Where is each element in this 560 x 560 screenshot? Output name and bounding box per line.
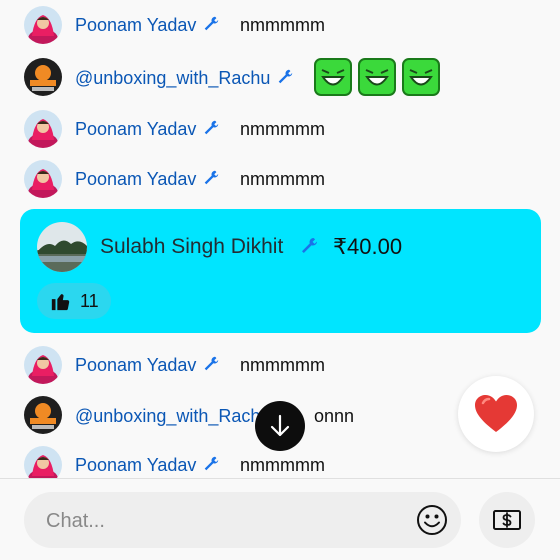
message-text: onnn — [314, 406, 355, 426]
laughing-green-emoji-icon — [314, 58, 352, 96]
like-button[interactable]: 11 — [37, 283, 111, 319]
author-name[interactable]: Poonam Yadav — [75, 355, 220, 376]
wrench-icon — [202, 355, 220, 373]
avatar[interactable] — [24, 110, 62, 148]
divider — [0, 478, 560, 479]
emoji-group — [314, 58, 440, 96]
laughing-green-emoji-icon — [358, 58, 396, 96]
wrench-icon — [202, 119, 220, 137]
heart-icon — [475, 395, 517, 432]
avatar[interactable] — [24, 396, 62, 434]
author-name[interactable]: Poonam Yadav — [75, 15, 220, 36]
dollar-bill-icon — [493, 510, 521, 530]
author-name[interactable]: Poonam Yadav — [75, 455, 220, 476]
wrench-icon — [202, 169, 220, 187]
chat-message: Poonam Yadav nmmmmm — [0, 6, 560, 44]
thumbs-up-icon — [51, 294, 70, 311]
wrench-icon — [202, 455, 220, 473]
avatar[interactable] — [24, 160, 62, 198]
author-name[interactable]: @unboxing_with_Rachu — [75, 68, 294, 89]
heart-reaction-button[interactable] — [458, 376, 534, 452]
smiley-icon[interactable] — [416, 504, 448, 536]
avatar[interactable] — [24, 58, 62, 96]
super-chat-amount: ₹40.00 — [333, 234, 403, 259]
scroll-to-latest-button[interactable] — [255, 401, 305, 451]
wrench-icon — [202, 15, 220, 33]
message-text: nmmmmm — [240, 169, 325, 189]
wrench-icon — [276, 68, 294, 86]
super-chat-card[interactable]: Sulabh Singh Dikhit ₹40.00 11 — [20, 209, 541, 333]
chat-input-bar — [24, 492, 461, 550]
author-name[interactable]: Poonam Yadav — [75, 169, 220, 190]
avatar[interactable] — [24, 6, 62, 44]
chat-message: @unboxing_with_Rachu — [0, 58, 560, 96]
chat-input[interactable] — [44, 492, 408, 550]
chat-message: Poonam Yadav nmmmmm — [0, 346, 560, 384]
message-text: nmmmmm — [240, 119, 325, 139]
wrench-icon — [299, 236, 319, 256]
like-count: 11 — [80, 290, 99, 311]
super-chat-button[interactable] — [479, 492, 535, 548]
laughing-green-emoji-icon — [402, 58, 440, 96]
author-name[interactable]: @unboxing_with_Rachu — [75, 406, 270, 427]
avatar[interactable] — [24, 346, 62, 384]
message-text: nmmmmm — [240, 355, 325, 375]
author-name[interactable]: Poonam Yadav — [75, 119, 220, 140]
chat-message: Poonam Yadav nmmmmm — [0, 160, 560, 198]
avatar[interactable] — [24, 446, 62, 478]
message-text: nmmmmm — [240, 455, 325, 475]
chat-message: Poonam Yadav nmmmmm — [0, 110, 560, 148]
avatar[interactable] — [37, 222, 87, 272]
message-text: nmmmmm — [240, 15, 325, 35]
super-chat-author[interactable]: Sulabh Singh Dikhit — [100, 235, 283, 259]
arrow-down-icon — [270, 414, 290, 437]
